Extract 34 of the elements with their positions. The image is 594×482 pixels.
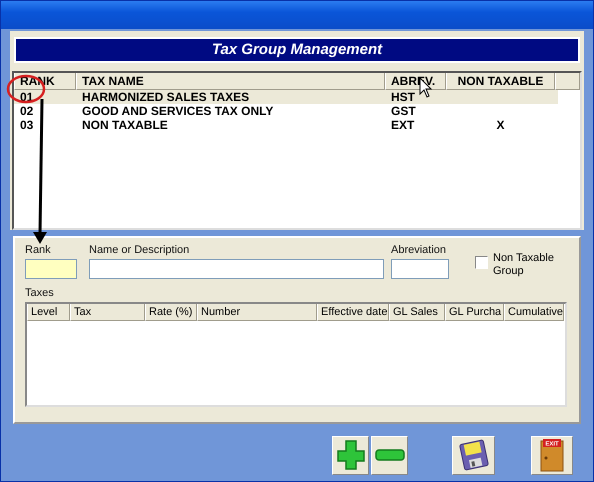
list-row[interactable]: 02 GOOD AND SERVICES TAX ONLY GST xyxy=(14,104,558,118)
column-header[interactable]: GL Sales xyxy=(389,304,445,321)
column-header[interactable]: GL Purcha xyxy=(445,304,504,321)
abreviation-field[interactable] xyxy=(391,259,449,279)
column-header[interactable]: Tax xyxy=(70,304,145,321)
taxes-label: Taxes xyxy=(25,287,55,299)
abreviation-cell-text: HST xyxy=(390,90,416,104)
column-header[interactable]: Rate (%) xyxy=(145,304,197,321)
rank-label: Rank xyxy=(25,244,52,256)
remove-button[interactable] xyxy=(371,436,408,474)
abreviation-cell-text: GST xyxy=(390,104,417,118)
column-header[interactable]: Cumulative xyxy=(504,304,564,321)
rank-cell-text: 02 xyxy=(19,104,34,118)
name-field[interactable] xyxy=(89,259,384,279)
column-header[interactable]: Level xyxy=(27,304,70,321)
abreviation-label: Abreviation xyxy=(391,244,448,256)
add-button[interactable] xyxy=(332,436,369,474)
non-taxable-label: Non Taxable Group xyxy=(493,252,555,279)
rank-cell-text: 03 xyxy=(19,118,34,132)
list-row[interactable]: 03 NON TAXABLE EXT X xyxy=(14,118,558,132)
banner-title: Tax Group Management xyxy=(14,37,580,63)
tax-name-cell-text: NON TAXABLE xyxy=(81,118,169,132)
minus-icon xyxy=(374,449,404,461)
save-button[interactable] xyxy=(452,436,495,474)
rank-field[interactable] xyxy=(25,259,77,279)
name-label: Name or Description xyxy=(89,244,190,256)
tax-name-cell-text: HARMONIZED SALES TAXES xyxy=(81,90,250,104)
tax-name-cell-text: GOOD AND SERVICES TAX ONLY xyxy=(81,104,274,118)
abreviation-cell-text: EXT xyxy=(390,118,416,132)
non-taxable-checkbox[interactable] xyxy=(475,256,488,269)
non-taxable-cell-text: X xyxy=(495,118,506,132)
plus-icon xyxy=(336,439,366,471)
column-header[interactable]: Number xyxy=(197,304,317,321)
column-header[interactable]: Effective date xyxy=(317,304,389,321)
